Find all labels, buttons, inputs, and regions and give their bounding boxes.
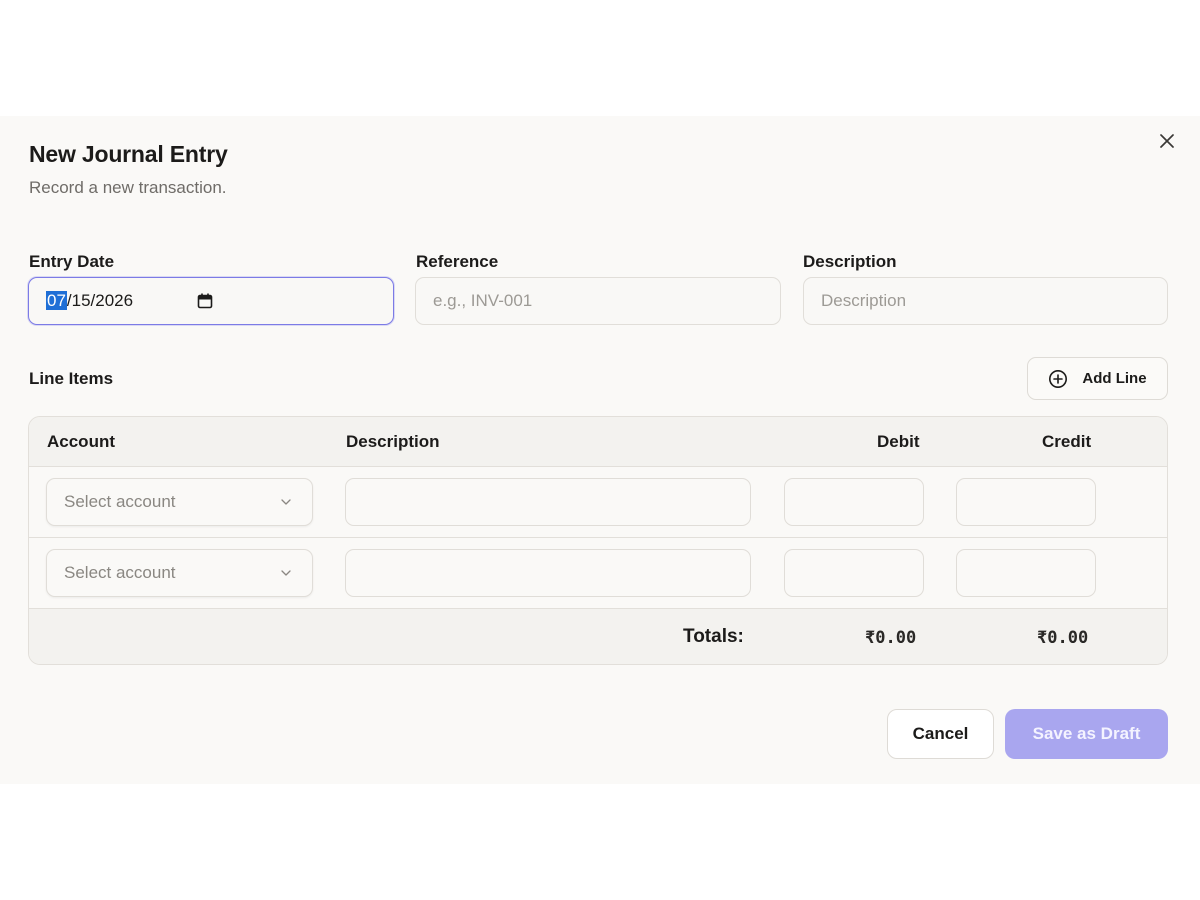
- column-header-account: Account: [47, 432, 115, 451]
- debit-input[interactable]: [784, 549, 924, 597]
- description-placeholder: Description: [821, 291, 907, 310]
- close-button[interactable]: [1156, 130, 1178, 152]
- account-select[interactable]: Select account: [46, 549, 313, 597]
- column-header-description: Description: [346, 432, 440, 451]
- cancel-button[interactable]: Cancel: [887, 709, 994, 759]
- line-items-label: Line Items: [29, 369, 114, 388]
- table-row: Select account: [29, 467, 1167, 538]
- table-row: Select account: [29, 538, 1167, 609]
- close-icon: [1160, 134, 1174, 148]
- date-month-segment[interactable]: 07: [46, 291, 67, 310]
- reference-label: Reference: [416, 252, 499, 271]
- save-as-draft-button[interactable]: Save as Draft: [1005, 709, 1168, 759]
- description-label: Description: [803, 252, 897, 271]
- column-header-debit: Debit: [877, 432, 920, 451]
- entry-date-label: Entry Date: [29, 252, 115, 271]
- account-select-placeholder: Select account: [64, 492, 176, 511]
- account-select[interactable]: Select account: [46, 478, 313, 526]
- date-value: 07/15/2026: [46, 291, 133, 311]
- credit-input[interactable]: [956, 478, 1096, 526]
- table-header: Account Description Debit Credit: [29, 417, 1167, 467]
- date-rest-segment[interactable]: /15/2026: [67, 291, 133, 310]
- add-line-button[interactable]: Add Line: [1027, 357, 1168, 400]
- reference-input[interactable]: e.g., INV-001: [415, 277, 781, 325]
- description-input[interactable]: Description: [803, 277, 1168, 325]
- totals-label: Totals:: [683, 626, 744, 647]
- credit-input[interactable]: [956, 549, 1096, 597]
- totals-row: Totals: ₹0.00 ₹0.00: [29, 609, 1167, 664]
- chevron-down-icon: [281, 499, 291, 505]
- add-line-label: Add Line: [1082, 370, 1147, 387]
- account-select-placeholder: Select account: [64, 563, 176, 582]
- dialog-title: New Journal Entry: [29, 141, 228, 167]
- line-description-input[interactable]: [345, 549, 751, 597]
- reference-placeholder: e.g., INV-001: [433, 291, 533, 310]
- chevron-down-icon: [281, 570, 291, 576]
- line-items-table: Account Description Debit Credit Select …: [28, 416, 1168, 665]
- total-debit: ₹0.00: [865, 628, 917, 648]
- line-description-input[interactable]: [345, 478, 751, 526]
- total-credit: ₹0.00: [1037, 628, 1089, 648]
- debit-input[interactable]: [784, 478, 924, 526]
- column-header-credit: Credit: [1042, 432, 1092, 451]
- dialog-subtitle: Record a new transaction.: [29, 178, 227, 197]
- entry-date-input[interactable]: 07/15/2026: [28, 277, 394, 325]
- calendar-icon[interactable]: [196, 292, 214, 310]
- plus-circle-icon: [1049, 369, 1068, 388]
